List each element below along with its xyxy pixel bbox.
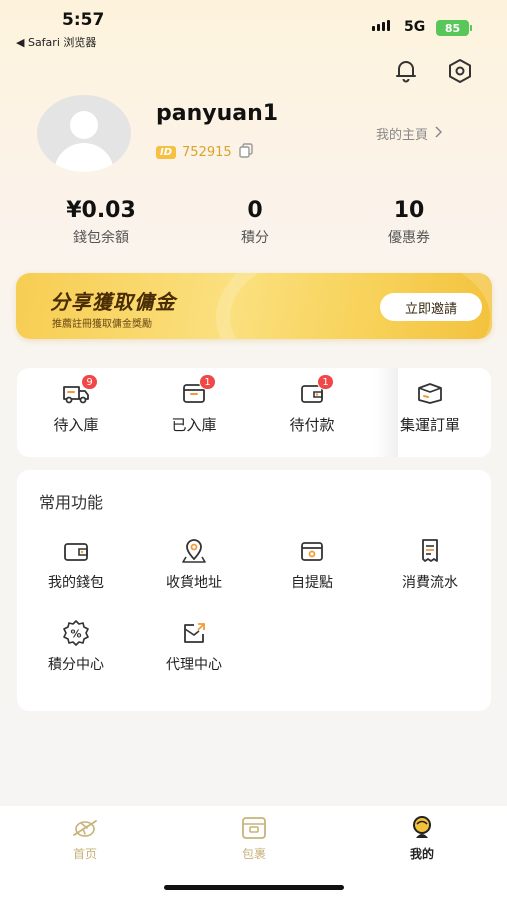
battery-icon: 85 bbox=[436, 20, 469, 36]
svg-text:%: % bbox=[70, 628, 81, 641]
function-spending-record[interactable]: 消費流水 bbox=[371, 536, 489, 606]
plane-icon bbox=[71, 814, 99, 842]
status-bar: 5:57 ◀ Safari 浏览器 5G 85 bbox=[0, 0, 507, 56]
battery-tip bbox=[470, 25, 472, 31]
function-shipping-address[interactable]: 收貨地址 bbox=[135, 536, 253, 606]
function-label: 收貨地址 bbox=[166, 575, 222, 591]
wallet-balance-label: 錢包余額 bbox=[73, 230, 129, 246]
wallet-icon bbox=[61, 536, 91, 566]
id-badge: ID bbox=[156, 145, 177, 159]
tab-label: 包裹 bbox=[241, 847, 266, 861]
status-time: 5:57 bbox=[62, 10, 105, 30]
bell-icon[interactable] bbox=[391, 56, 421, 86]
store-icon bbox=[297, 536, 327, 566]
order-label: 待入庫 bbox=[53, 416, 99, 434]
home-indicator bbox=[164, 885, 344, 890]
common-functions-title: 常用功能 bbox=[39, 493, 104, 512]
order-badge: 1 bbox=[317, 374, 334, 390]
order-badge: 9 bbox=[81, 374, 98, 390]
chevron-right-icon bbox=[434, 125, 443, 142]
order-consolidated[interactable]: 集運訂單 bbox=[371, 368, 489, 457]
avatar[interactable] bbox=[37, 95, 131, 172]
location-icon bbox=[179, 536, 209, 566]
settings-icon[interactable] bbox=[445, 56, 475, 86]
my-homepage-link[interactable]: 我的主頁 bbox=[376, 124, 443, 143]
function-pickup-point[interactable]: 自提點 bbox=[253, 536, 371, 606]
referral-banner[interactable]: 分享獲取傭金 推薦註冊獲取傭金獎勵 立即邀請 bbox=[16, 273, 492, 339]
function-agent-center[interactable]: 代理中心 bbox=[135, 618, 253, 688]
user-icon bbox=[408, 814, 436, 842]
banner-title: 分享獲取傭金 bbox=[50, 290, 176, 314]
order-label: 待付款 bbox=[289, 416, 335, 434]
user-id-number: 752915 bbox=[182, 144, 232, 160]
function-label: 代理中心 bbox=[166, 657, 222, 673]
coupons-stat[interactable]: 10 優惠券 bbox=[339, 198, 479, 247]
tab-home[interactable]: 首页 bbox=[25, 814, 145, 862]
receipt-icon bbox=[415, 536, 445, 566]
order-label: 集運訂單 bbox=[399, 416, 460, 434]
banner-subtitle: 推薦註冊獲取傭金獎勵 bbox=[52, 319, 152, 330]
invite-now-button[interactable]: 立即邀請 bbox=[380, 293, 482, 321]
points-label: 積分 bbox=[241, 230, 269, 246]
tab-label: 首页 bbox=[72, 847, 97, 861]
order-in-storage[interactable]: 1 已入庫 bbox=[135, 368, 253, 457]
order-pending-payment[interactable]: 1 待付款 bbox=[253, 368, 371, 457]
function-label: 消費流水 bbox=[402, 575, 458, 591]
wallet-balance-value: ¥0.03 bbox=[66, 198, 136, 223]
orders-card: 9 待入庫 1 已入庫 1 待付款 集運訂單 bbox=[17, 368, 491, 457]
order-badge: 1 bbox=[199, 374, 216, 390]
payment-icon: 1 bbox=[297, 374, 334, 408]
username: panyuan1 bbox=[156, 101, 279, 126]
points-stat[interactable]: 0 積分 bbox=[185, 198, 325, 247]
copy-icon[interactable] bbox=[238, 142, 254, 162]
tab-label: 我的 bbox=[409, 847, 434, 861]
parcel-icon bbox=[240, 814, 268, 842]
function-my-wallet[interactable]: 我的錢包 bbox=[17, 536, 135, 606]
package-icon bbox=[415, 378, 445, 408]
common-functions-card: 常用功能 我的錢包 收貨地址 自提點 消費流水 % 積分中心 代理中心 bbox=[17, 470, 491, 711]
function-label: 我的錢包 bbox=[48, 575, 104, 591]
network-label: 5G bbox=[404, 19, 426, 35]
box-icon: 1 bbox=[179, 374, 216, 408]
wallet-balance-stat[interactable]: ¥0.03 錢包余額 bbox=[31, 198, 171, 247]
function-label: 自提點 bbox=[291, 575, 333, 591]
signal-icon bbox=[372, 20, 390, 31]
truck-icon: 9 bbox=[61, 374, 98, 408]
tab-me[interactable]: 我的 bbox=[362, 814, 482, 862]
function-label: 積分中心 bbox=[48, 657, 104, 673]
share-icon bbox=[179, 618, 209, 648]
order-label: 已入庫 bbox=[171, 416, 217, 434]
percent-icon: % bbox=[61, 618, 91, 648]
points-value: 0 bbox=[247, 198, 263, 223]
user-id-row: ID 752915 bbox=[156, 142, 254, 162]
back-to-safari-link[interactable]: ◀ Safari 浏览器 bbox=[16, 34, 96, 50]
coupons-label: 優惠券 bbox=[388, 230, 430, 246]
my-homepage-label: 我的主頁 bbox=[376, 128, 429, 143]
tab-parcels[interactable]: 包裹 bbox=[194, 814, 314, 862]
coupons-value: 10 bbox=[393, 198, 425, 223]
function-points-center[interactable]: % 積分中心 bbox=[17, 618, 135, 688]
order-pending-storage[interactable]: 9 待入庫 bbox=[17, 368, 135, 457]
